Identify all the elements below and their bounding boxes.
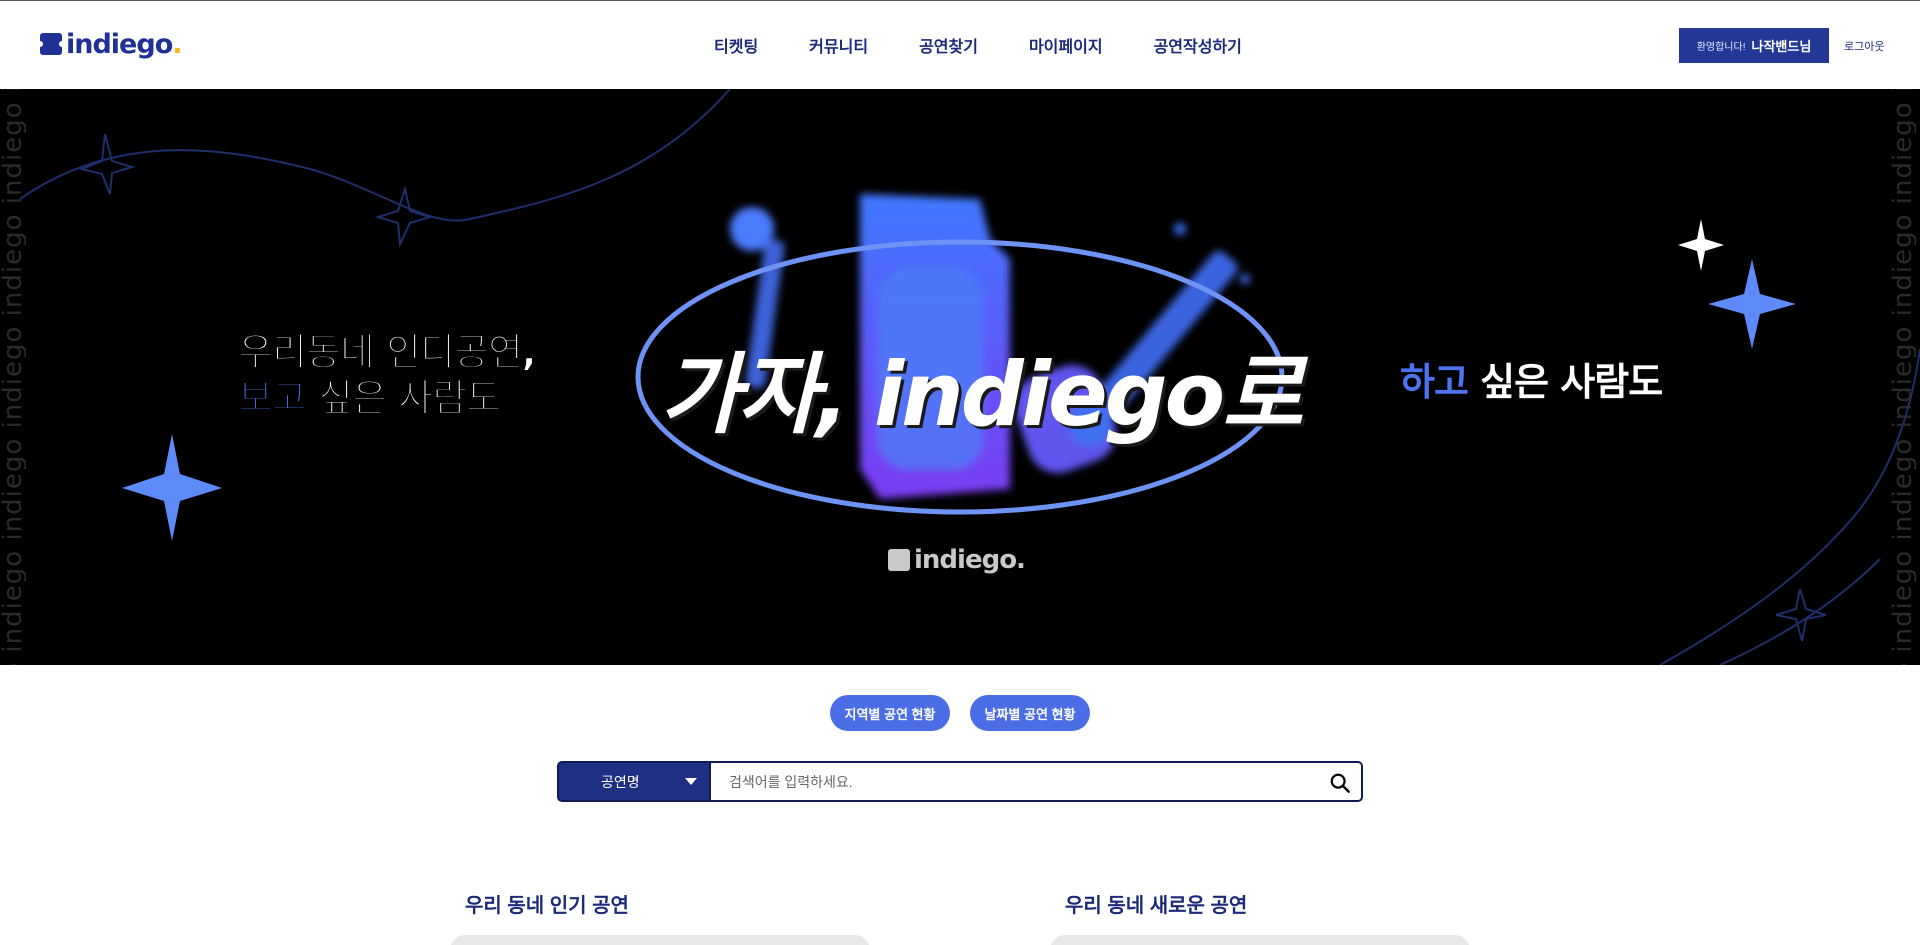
tagline-right: 하고 싶은 사람도 xyxy=(1400,351,1663,406)
hero-banner[interactable]: indiego indiego indiego indiego indiego … xyxy=(0,89,1920,665)
side-text-left: indiego indiego indiego indiego indiego … xyxy=(0,89,26,665)
popular-show-card[interactable] xyxy=(450,935,870,945)
star-icon xyxy=(122,434,222,541)
logo-text: indiego xyxy=(66,28,173,60)
tagline-left-rest: 싶은 사람도 xyxy=(305,376,502,421)
new-shows-title: 우리 동네 새로운 공연 xyxy=(1065,895,1248,917)
tagline-left-line2: 보고 싶은 사람도 xyxy=(238,375,535,421)
banner-logo-text: indiego. xyxy=(914,545,1026,575)
banner-logo: indiego. xyxy=(888,545,1026,575)
ticket-logo-icon xyxy=(888,549,910,571)
site-header: indiego. 티켓팅 커뮤니티 공연찾기 마이페이지 공연작성하기 환영합니… xyxy=(0,1,1920,89)
tagline-right-highlight: 하고 xyxy=(1400,360,1469,404)
nav-mypage[interactable]: 마이페이지 xyxy=(1029,33,1103,57)
popular-shows-title: 우리 동네 인기 공연 xyxy=(465,895,629,917)
nav-find-show[interactable]: 공연찾기 xyxy=(919,33,978,57)
nav-write-show[interactable]: 공연작성하기 xyxy=(1154,33,1242,57)
tagline-left-highlight: 보고 xyxy=(238,376,308,421)
region-status-button[interactable]: 지역별 공연 현황 xyxy=(830,695,950,731)
search-box xyxy=(709,761,1363,802)
search-category-select[interactable]: 공연명 xyxy=(557,761,709,802)
logout-link[interactable]: 로그아웃 xyxy=(1844,38,1884,54)
main-nav: 티켓팅 커뮤니티 공연찾기 마이페이지 공연작성하기 xyxy=(714,1,1242,89)
search-icon[interactable] xyxy=(1329,772,1351,794)
nav-ticketing[interactable]: 티켓팅 xyxy=(714,33,758,57)
star-icon xyxy=(1708,259,1796,349)
nav-community[interactable]: 커뮤니티 xyxy=(809,33,868,57)
site-logo[interactable]: indiego. xyxy=(37,28,183,60)
user-welcome-box[interactable]: 환영합니다! 나작밴드님 xyxy=(1679,28,1829,63)
tagline-left: 우리동네 인디공연, 보고 싶은 사람도 xyxy=(237,329,536,421)
tagline-right-rest: 싶은 사람도 xyxy=(1467,360,1663,404)
logo-dot: . xyxy=(172,28,183,60)
date-status-button[interactable]: 날짜별 공연 현황 xyxy=(970,695,1090,731)
banner-headline: 가자, indiego로 xyxy=(660,343,1303,446)
new-show-card[interactable] xyxy=(1050,935,1470,945)
side-text-right: indiego indiego indiego indiego indiego … xyxy=(1890,89,1916,665)
ticket-logo-icon xyxy=(37,33,65,55)
star-icon xyxy=(1678,219,1724,271)
caret-down-icon xyxy=(685,778,697,785)
user-name: 나작밴드님 xyxy=(1751,39,1812,54)
welcome-text: 환영합니다! xyxy=(1696,42,1746,53)
search-category-value: 공연명 xyxy=(601,773,640,790)
search-input[interactable] xyxy=(729,763,1319,800)
tagline-left-line1: 우리동네 인디공연, xyxy=(237,330,536,375)
